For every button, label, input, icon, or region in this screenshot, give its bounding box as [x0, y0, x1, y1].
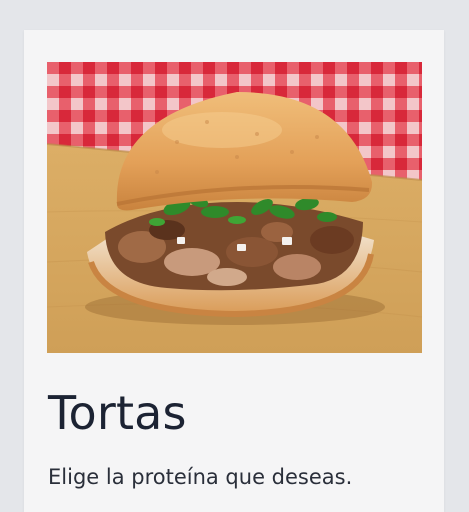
torta-sandwich-image	[47, 62, 422, 353]
card-subtitle: Elige la proteína que deseas.	[48, 465, 353, 489]
product-card[interactable]: Tortas Elige la proteína que deseas.	[24, 30, 444, 512]
card-title: Tortas	[48, 386, 187, 440]
torta-photo	[47, 62, 422, 353]
